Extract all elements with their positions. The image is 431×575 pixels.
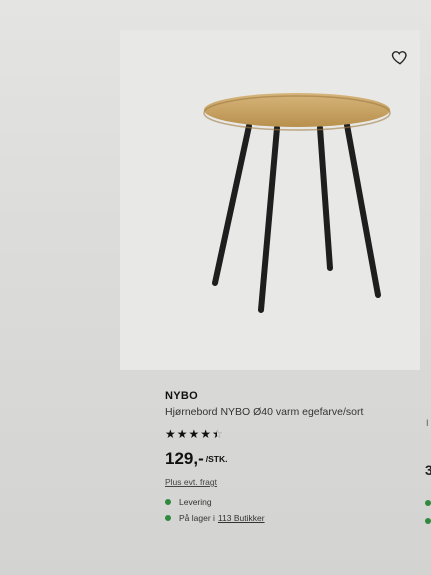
neighbor-text: I xyxy=(426,418,429,428)
star-half-icon: ☆ xyxy=(212,428,223,440)
product-price: 129,- xyxy=(165,449,204,468)
product-description[interactable]: Hjørnebord NYBO Ø40 varm egefarve/sort xyxy=(165,406,420,418)
stores-link[interactable]: 113 Butikker xyxy=(218,513,265,523)
star-icon: ★ xyxy=(200,427,212,441)
status-dot-icon xyxy=(165,499,171,505)
status-dot-icon xyxy=(165,515,171,521)
stock-status: På lager i 113 Butikker xyxy=(165,513,420,523)
shipping-link[interactable]: Plus evt. fragt xyxy=(165,477,217,487)
product-rating[interactable]: ★ ★ ★ ★ ☆ xyxy=(165,428,420,440)
product-brand[interactable]: NYBO xyxy=(165,390,420,402)
neighbor-product-card[interactable]: I 3 xyxy=(424,400,431,575)
stock-label: På lager i xyxy=(179,513,215,523)
status-dot-icon xyxy=(425,500,431,506)
delivery-label: Levering xyxy=(179,497,212,507)
price-row: 129,- /STK. xyxy=(165,449,420,469)
heart-icon[interactable] xyxy=(391,48,409,66)
delivery-status: Levering xyxy=(165,497,420,507)
status-dot-icon xyxy=(425,518,431,524)
screen: NYBO Hjørnebord NYBO Ø40 varm egefarve/s… xyxy=(0,0,431,575)
star-icon: ★ xyxy=(176,427,188,441)
product-image[interactable] xyxy=(195,88,395,318)
price-unit: /STK. xyxy=(205,454,228,464)
star-icon: ★ xyxy=(165,427,176,441)
star-icon: ★ xyxy=(188,427,200,441)
neighbor-price: 3 xyxy=(425,462,431,478)
product-info: NYBO Hjørnebord NYBO Ø40 varm egefarve/s… xyxy=(165,390,420,523)
